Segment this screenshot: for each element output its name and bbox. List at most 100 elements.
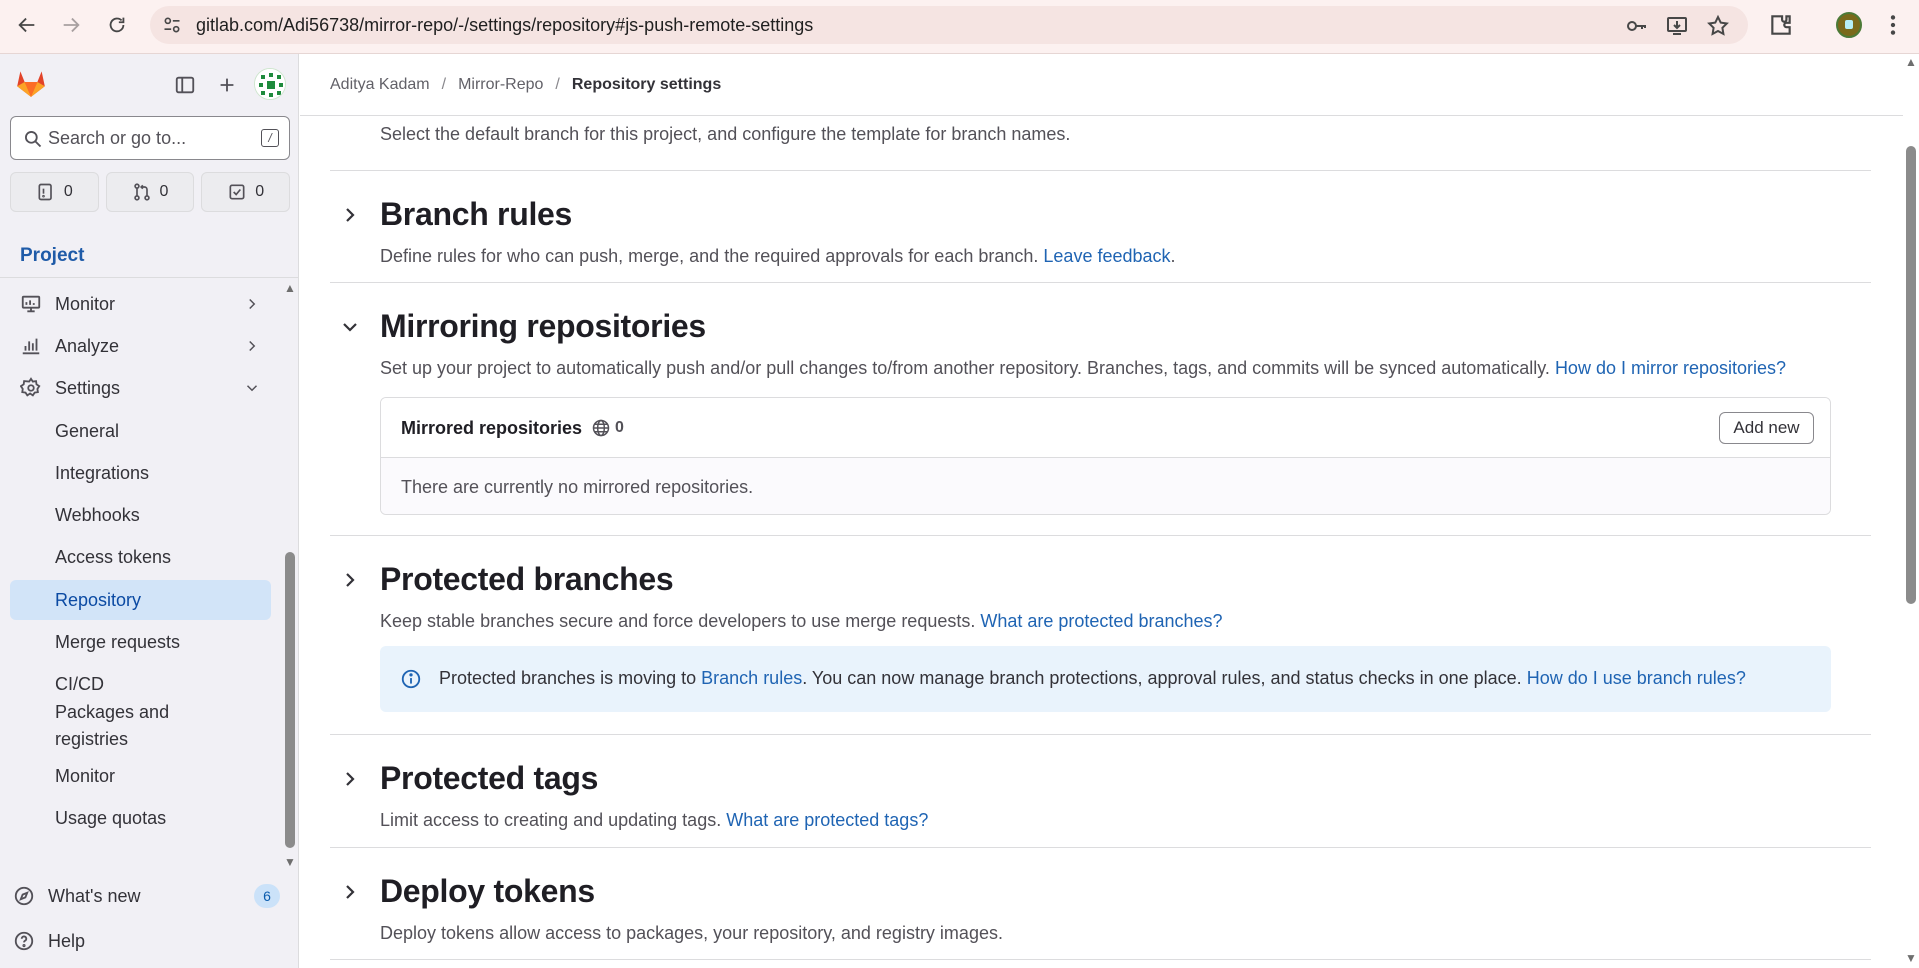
how-to-mirror-link[interactable]: How do I mirror repositories? (1555, 358, 1786, 378)
section-description-text: Set up your project to automatically pus… (380, 358, 1550, 378)
sidebar-item-monitor-settings[interactable]: Monitor (10, 756, 271, 796)
reload-icon[interactable] (102, 10, 132, 40)
context-label: Project (20, 245, 85, 266)
whats-new-button[interactable]: What's new 6 (10, 876, 280, 916)
profile-avatar[interactable] (1836, 12, 1862, 38)
sidebar-item-integrations[interactable]: Integrations (10, 453, 271, 493)
breadcrumb-separator: / (555, 76, 560, 93)
what-are-protected-tags-link[interactable]: What are protected tags? (726, 810, 928, 830)
breadcrumb: Aditya Kadam / Mirror-Repo / Repository … (330, 76, 721, 94)
site-info-icon[interactable] (162, 15, 182, 35)
section-title[interactable]: Deploy tokens (380, 873, 595, 910)
nav-item-monitor[interactable]: Monitor (10, 284, 271, 324)
chevron-right-icon[interactable] (338, 767, 362, 791)
search-input[interactable]: Search or go to... / (10, 116, 290, 160)
todos-counter[interactable]: 0 (201, 172, 291, 212)
extensions-icon[interactable] (1768, 12, 1794, 38)
card-title: Mirrored repositories (401, 418, 583, 438)
chevron-down-icon[interactable] (338, 315, 362, 339)
section-title[interactable]: Mirroring repositories (380, 308, 706, 345)
merge-request-icon (133, 183, 150, 201)
main-content: Select the default branch for this proje… (300, 116, 1900, 968)
issues-count: 0 (63, 183, 73, 200)
section-description: Set up your project to automatically pus… (380, 358, 1786, 379)
section-description-text: Define rules for who can push, merge, an… (380, 246, 1039, 266)
whats-new-badge: 6 (254, 884, 280, 908)
card-body: There are currently no mirrored reposito… (381, 458, 1830, 514)
scroll-up-arrow-icon[interactable]: ▲ (284, 282, 296, 294)
section-title[interactable]: Protected branches (380, 561, 674, 598)
sidebar-item-access-tokens[interactable]: Access tokens (10, 537, 271, 577)
sidebar-item-webhooks[interactable]: Webhooks (10, 495, 271, 535)
what-are-protected-branches-link[interactable]: What are protected branches? (980, 611, 1222, 631)
nav-subitem-label: Packages and registries (55, 702, 170, 749)
merge-requests-counter[interactable]: 0 (105, 172, 195, 212)
section-title[interactable]: Protected tags (380, 760, 598, 797)
nav-subitem-label: CI/CD (55, 673, 104, 694)
bookmark-star-icon[interactable] (1706, 14, 1730, 38)
leave-feedback-link[interactable]: Leave feedback (1043, 246, 1170, 266)
help-button[interactable]: Help (10, 921, 280, 961)
how-to-use-branch-rules-link[interactable]: How do I use branch rules? (1527, 668, 1746, 688)
breadcrumb-item-project[interactable]: Mirror-Repo (458, 76, 543, 94)
sidebar-toggle-icon[interactable] (172, 72, 198, 98)
breadcrumb-item-user[interactable]: Aditya Kadam (330, 76, 430, 94)
plus-icon[interactable] (214, 72, 240, 98)
section-description: Keep stable branches secure and force de… (380, 611, 1223, 632)
help-icon (14, 931, 34, 951)
chevron-right-icon[interactable] (338, 203, 362, 227)
nav-subitem-label: Access tokens (55, 546, 172, 567)
page-scrollbar[interactable]: ▲ ▼ (1903, 54, 1919, 968)
nav-subitem-label: Integrations (55, 462, 150, 483)
sidebar-item-packages-and-registries[interactable]: Packages and registries (10, 698, 210, 754)
nav-subitem-label: Merge requests (55, 631, 181, 652)
user-avatar[interactable] (254, 68, 286, 100)
sidebar-item-general[interactable]: General (10, 411, 271, 451)
section-protected-tags: Protected tags Limit access to creating … (330, 735, 1871, 846)
branch-rules-link[interactable]: Branch rules (701, 668, 802, 688)
nav-item-settings[interactable]: Settings (10, 368, 271, 408)
chevron-right-icon[interactable] (338, 568, 362, 592)
url-text[interactable]: gitlab.com/Adi56738/mirror-repo/-/settin… (196, 15, 813, 36)
todos-count: 0 (255, 183, 265, 200)
scroll-down-arrow-icon[interactable]: ▼ (284, 856, 296, 868)
globe-icon (592, 419, 610, 437)
issues-icon (38, 183, 52, 201)
kebab-menu-icon[interactable] (1880, 12, 1906, 38)
section-description: Deploy tokens allow access to packages, … (380, 923, 1003, 943)
password-key-icon[interactable] (1625, 14, 1649, 38)
sidebar-item-usage-quotas[interactable]: Usage quotas (10, 798, 271, 838)
search-icon (23, 129, 43, 149)
add-new-button[interactable]: Add new (1719, 412, 1814, 444)
info-alert: Protected branches is moving to Branch r… (380, 646, 1831, 712)
address-bar[interactable]: gitlab.com/Adi56738/mirror-repo/-/settin… (150, 6, 1748, 44)
info-icon (401, 669, 421, 689)
nav-item-analyze[interactable]: Analyze (10, 326, 271, 366)
section-description-text: Keep stable branches secure and force de… (380, 611, 976, 631)
sidebar-item-merge-requests[interactable]: Merge requests (10, 622, 271, 662)
back-arrow-icon[interactable] (12, 10, 42, 40)
sidebar-scrollbar[interactable]: ▲ ▼ (283, 282, 297, 868)
scroll-up-arrow-icon[interactable]: ▲ (1905, 56, 1917, 68)
mirrored-repositories-card: Mirrored repositories 0 Add new There ar… (380, 397, 1831, 515)
compass-icon (14, 886, 34, 906)
section-description-text: Limit access to creating and updating ta… (380, 810, 722, 830)
sidebar: Search or go to... / 0 0 0 Project Monit… (0, 54, 299, 968)
page-scrollbar-thumb[interactable] (1906, 146, 1916, 604)
issues-counter[interactable]: 0 (10, 172, 99, 212)
section-description-suffix: . (1170, 246, 1176, 266)
monitor-icon (21, 295, 41, 313)
gitlab-logo-icon[interactable] (14, 66, 48, 100)
scroll-down-arrow-icon[interactable]: ▼ (1905, 952, 1917, 964)
install-app-icon[interactable] (1665, 14, 1689, 38)
chevron-right-icon[interactable] (338, 880, 362, 904)
sidebar-nav: Monitor Analyze Settings General Integra… (0, 277, 299, 917)
section-title[interactable]: Branch rules (380, 196, 572, 233)
browser-toolbar: gitlab.com/Adi56738/mirror-repo/-/settin… (0, 0, 1919, 54)
sidebar-scrollbar-thumb[interactable] (285, 552, 295, 848)
breadcrumb-item-current[interactable]: Repository settings (572, 76, 721, 94)
search-placeholder: Search or go to... (48, 128, 187, 148)
forward-arrow-icon[interactable] (56, 10, 86, 40)
chevron-right-icon (249, 298, 256, 310)
sidebar-item-repository[interactable]: Repository (10, 580, 271, 620)
